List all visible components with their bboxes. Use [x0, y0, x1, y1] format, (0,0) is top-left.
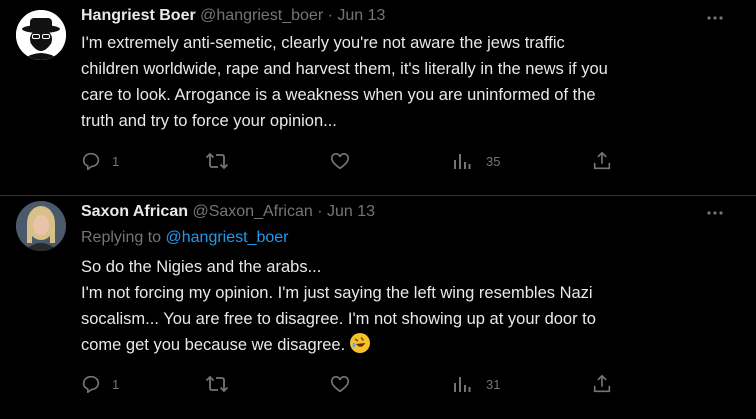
user-handle[interactable]: @hangriest_boer — [200, 7, 323, 24]
share-icon — [593, 151, 611, 170]
tweet-text-line: children worldwide, rape and harvest the… — [81, 60, 608, 78]
separator-dot: · — [327, 7, 333, 24]
tweet-text-line: socalism... You are free to disagree. I'… — [81, 310, 596, 328]
share-button[interactable] — [591, 149, 613, 173]
avatar-image-icon — [16, 201, 66, 251]
tweet-text: So do the Nigies and the arabs... I'm no… — [81, 254, 731, 358]
avatar[interactable] — [16, 10, 66, 60]
tweet-text-line: I'm extremely anti-semetic, clearly you'… — [81, 34, 565, 52]
rolling-on-floor-laughing-emoji-icon — [349, 333, 370, 353]
like-button[interactable] — [329, 149, 351, 173]
avatar-image-icon — [16, 10, 66, 60]
user-handle[interactable]: @Saxon_African — [192, 203, 312, 220]
reply-count: 1 — [112, 376, 120, 392]
views-icon — [454, 377, 471, 392]
tweet-text-line: truth and try to force your opinion... — [81, 112, 337, 130]
share-button[interactable] — [591, 372, 613, 396]
tweet[interactable]: Hangriest Boer @hangriest_boer · Jun 13 … — [0, 0, 756, 196]
more-options-button[interactable] — [704, 202, 726, 224]
tweet-text: I'm extremely anti-semetic, clearly you'… — [81, 30, 731, 134]
reply-icon — [82, 375, 100, 394]
views-button[interactable]: 35 — [452, 149, 500, 173]
retweet-button[interactable] — [205, 372, 229, 396]
separator-dot: · — [317, 203, 323, 220]
display-name[interactable]: Hangriest Boer — [81, 7, 196, 24]
tweet-actions: 1 35 — [0, 149, 756, 173]
views-icon — [454, 154, 471, 169]
replying-to: Replying to @hangriest_boer — [81, 229, 288, 247]
views-count: 31 — [486, 376, 501, 392]
like-button[interactable] — [329, 372, 351, 396]
tweet-date[interactable]: Jun 13 — [337, 7, 385, 24]
views-count: 35 — [486, 153, 501, 169]
tweet-header: Hangriest Boer @hangriest_boer · Jun 13 — [81, 7, 385, 25]
replying-to-label: Replying to — [81, 229, 162, 246]
retweet-icon — [205, 375, 229, 393]
tweet[interactable]: Saxon African @Saxon_African · Jun 13 Re… — [0, 196, 756, 419]
reply-button[interactable]: 1 — [80, 149, 119, 173]
replying-to-handle-link[interactable]: @hangriest_boer — [166, 229, 289, 246]
like-icon — [330, 376, 350, 393]
tweet-actions: 1 31 — [0, 372, 756, 396]
tweet-text-line-last: come get you because we disagree. — [81, 332, 731, 358]
tweet-text-line: come get you because we disagree. — [81, 336, 346, 354]
reply-icon — [82, 152, 100, 171]
tweet-date[interactable]: Jun 13 — [327, 203, 375, 220]
tweet-text-line: care to look. Arrogance is a weakness wh… — [81, 86, 596, 104]
more-options-button[interactable] — [704, 7, 726, 29]
more-icon — [707, 16, 723, 20]
more-icon — [707, 211, 723, 215]
display-name[interactable]: Saxon African — [81, 203, 188, 220]
tweet-text-line: I'm not forcing my opinion. I'm just say… — [81, 284, 593, 302]
tweet-header: Saxon African @Saxon_African · Jun 13 — [81, 203, 375, 221]
reply-button[interactable]: 1 — [80, 372, 119, 396]
avatar[interactable] — [16, 201, 66, 251]
reply-count: 1 — [112, 153, 120, 169]
retweet-button[interactable] — [205, 149, 229, 173]
tweet-text-line: So do the Nigies and the arabs... — [81, 258, 322, 276]
views-button[interactable]: 31 — [452, 372, 500, 396]
like-icon — [330, 153, 350, 170]
share-icon — [593, 374, 611, 393]
retweet-icon — [205, 152, 229, 170]
